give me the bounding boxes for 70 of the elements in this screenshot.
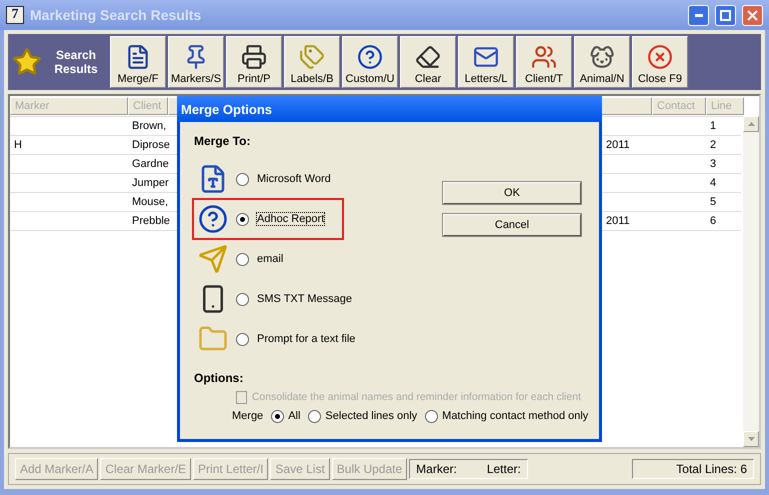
- app-icon: 7: [6, 6, 24, 24]
- mail-icon: [198, 244, 228, 274]
- close-icon: [747, 10, 758, 20]
- toolbar-button[interactable]: Close F9: [632, 36, 688, 88]
- status-text: Letter:: [486, 462, 521, 476]
- dialog-title: Merge Options: [177, 96, 602, 122]
- table-cell-text: Mouse,: [131, 196, 168, 208]
- radio-button[interactable]: [236, 172, 249, 186]
- dog-icon: [589, 44, 615, 70]
- help-icon: [357, 44, 383, 70]
- people-icon: [531, 44, 557, 70]
- window-title: Marketing Search Results: [30, 7, 202, 23]
- status-text: Marker:: [416, 462, 457, 476]
- toolbar-button[interactable]: Custom/U: [342, 36, 398, 88]
- checkbox-label: Consolidate the animal names and reminder information for each client: [252, 391, 581, 403]
- option-label[interactable]: SMS TXT Message: [257, 293, 352, 305]
- maximize-button[interactable]: [715, 4, 736, 26]
- minimize-button[interactable]: [688, 4, 709, 26]
- close-button[interactable]: [742, 4, 763, 26]
- table-cell-text: 5: [709, 196, 716, 208]
- option-label[interactable]: All: [288, 410, 300, 422]
- table-cell-text: Prebble: [131, 215, 170, 227]
- printer-icon: [241, 44, 267, 70]
- total-lines: Total Lines: 6: [632, 459, 754, 479]
- toolbar-button[interactable]: Clear: [400, 36, 456, 88]
- option-label[interactable]: Prompt for a text file: [257, 333, 356, 345]
- table-cell-text: 2011: [605, 215, 630, 227]
- option-label[interactable]: Matching contact method only: [442, 410, 588, 422]
- radio-button[interactable]: [236, 292, 249, 306]
- toolbar-title: Search Results: [53, 48, 99, 76]
- table-cell-text: H: [13, 139, 22, 151]
- table-cell-text: 2011: [605, 139, 630, 151]
- close-icon: [647, 44, 673, 70]
- option-label[interactable]: Selected lines only: [325, 410, 418, 422]
- star-icon: [12, 47, 42, 77]
- option-label[interactable]: Microsoft Word: [257, 173, 331, 185]
- dialog-button[interactable]: Cancel: [443, 214, 581, 236]
- section-label: Options:: [194, 370, 244, 384]
- toolbar-button[interactable]: Labels/B: [284, 36, 340, 88]
- table-cell-text: 3: [709, 158, 716, 170]
- table-cell-text: Gardne: [131, 158, 169, 170]
- toolbar-button[interactable]: Print/P: [226, 36, 282, 88]
- table-cell-text: 2: [709, 139, 716, 151]
- radio-button[interactable]: [236, 332, 249, 346]
- table-cell-text: 6: [709, 215, 716, 227]
- minimize-icon: [694, 14, 702, 16]
- maximize-icon: [720, 10, 731, 20]
- radio-button[interactable]: [425, 410, 438, 422]
- table-cell-text: Brown,: [131, 120, 166, 132]
- radio-button[interactable]: [271, 410, 284, 422]
- radio-button[interactable]: [308, 410, 322, 422]
- toolbar-button[interactable]: Animal/N: [574, 36, 630, 88]
- section-label: Merge To:: [194, 134, 250, 148]
- toolbar-button[interactable]: Merge/F: [110, 36, 166, 88]
- toolbar-button[interactable]: Markers/S: [168, 36, 224, 88]
- table-cell-text: Jumper: [131, 177, 169, 189]
- table-cell-text: 1: [709, 120, 716, 132]
- radio-button[interactable]: [236, 252, 249, 266]
- table-cell-text: Diprose: [131, 139, 170, 151]
- toolbar-button[interactable]: Letters/L: [458, 36, 514, 88]
- radio-button[interactable]: [236, 212, 249, 226]
- eraser-icon: [415, 44, 441, 70]
- tags-icon: [299, 44, 325, 70]
- merge-label: Merge: [232, 410, 264, 422]
- option-label[interactable]: email: [257, 253, 284, 265]
- help-icon: [198, 204, 228, 234]
- toolbar-button[interactable]: Client/T: [516, 36, 572, 88]
- option-label[interactable]: Adhoc Report: [257, 213, 324, 225]
- dialog-button[interactable]: OK: [443, 182, 581, 204]
- table-cell-text: 4: [709, 177, 716, 189]
